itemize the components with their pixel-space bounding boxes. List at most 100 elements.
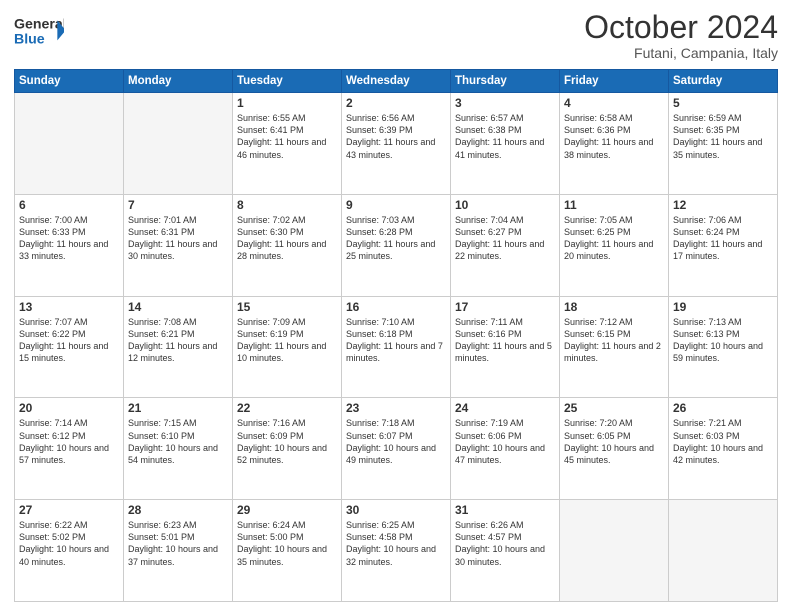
day-cell-25: 25 Sunrise: 7:20 AMSunset: 6:05 PMDaylig… [560, 398, 669, 500]
logo-svg: General Blue [14, 10, 64, 54]
day-number: 20 [19, 401, 119, 415]
week-row-4: 20 Sunrise: 7:14 AMSunset: 6:12 PMDaylig… [15, 398, 778, 500]
svg-text:Blue: Blue [14, 32, 45, 48]
calendar-table: SundayMondayTuesdayWednesdayThursdayFrid… [14, 69, 778, 602]
header-sunday: Sunday [15, 70, 124, 93]
cell-info: Sunrise: 6:56 AMSunset: 6:39 PMDaylight:… [346, 113, 435, 159]
day-cell-29: 29 Sunrise: 6:24 AMSunset: 5:00 PMDaylig… [233, 500, 342, 602]
day-cell-13: 13 Sunrise: 7:07 AMSunset: 6:22 PMDaylig… [15, 296, 124, 398]
day-number: 7 [128, 198, 228, 212]
header-tuesday: Tuesday [233, 70, 342, 93]
day-cell-empty [560, 500, 669, 602]
page: General Blue October 2024 Futani, Campan… [0, 0, 792, 612]
cell-info: Sunrise: 7:00 AMSunset: 6:33 PMDaylight:… [19, 215, 108, 261]
day-number: 24 [455, 401, 555, 415]
day-cell-22: 22 Sunrise: 7:16 AMSunset: 6:09 PMDaylig… [233, 398, 342, 500]
day-cell-10: 10 Sunrise: 7:04 AMSunset: 6:27 PMDaylig… [451, 194, 560, 296]
cell-info: Sunrise: 7:10 AMSunset: 6:18 PMDaylight:… [346, 317, 443, 363]
day-number: 18 [564, 300, 664, 314]
day-cell-16: 16 Sunrise: 7:10 AMSunset: 6:18 PMDaylig… [342, 296, 451, 398]
day-number: 31 [455, 503, 555, 517]
day-cell-empty [15, 93, 124, 195]
cell-info: Sunrise: 6:59 AMSunset: 6:35 PMDaylight:… [673, 113, 762, 159]
day-number: 17 [455, 300, 555, 314]
day-cell-3: 3 Sunrise: 6:57 AMSunset: 6:38 PMDayligh… [451, 93, 560, 195]
day-cell-1: 1 Sunrise: 6:55 AMSunset: 6:41 PMDayligh… [233, 93, 342, 195]
day-number: 12 [673, 198, 773, 212]
day-number: 15 [237, 300, 337, 314]
day-number: 22 [237, 401, 337, 415]
header: General Blue October 2024 Futani, Campan… [14, 10, 778, 61]
cell-info: Sunrise: 6:25 AMSunset: 4:58 PMDaylight:… [346, 520, 436, 566]
day-number: 10 [455, 198, 555, 212]
day-number: 19 [673, 300, 773, 314]
day-cell-26: 26 Sunrise: 7:21 AMSunset: 6:03 PMDaylig… [669, 398, 778, 500]
day-number: 8 [237, 198, 337, 212]
logo: General Blue [14, 10, 64, 54]
cell-info: Sunrise: 7:09 AMSunset: 6:19 PMDaylight:… [237, 317, 326, 363]
cell-info: Sunrise: 7:14 AMSunset: 6:12 PMDaylight:… [19, 418, 109, 464]
cell-info: Sunrise: 7:19 AMSunset: 6:06 PMDaylight:… [455, 418, 545, 464]
day-cell-17: 17 Sunrise: 7:11 AMSunset: 6:16 PMDaylig… [451, 296, 560, 398]
day-cell-30: 30 Sunrise: 6:25 AMSunset: 4:58 PMDaylig… [342, 500, 451, 602]
day-number: 16 [346, 300, 446, 314]
day-number: 6 [19, 198, 119, 212]
day-cell-27: 27 Sunrise: 6:22 AMSunset: 5:02 PMDaylig… [15, 500, 124, 602]
day-number: 27 [19, 503, 119, 517]
day-number: 9 [346, 198, 446, 212]
cell-info: Sunrise: 7:05 AMSunset: 6:25 PMDaylight:… [564, 215, 653, 261]
week-row-3: 13 Sunrise: 7:07 AMSunset: 6:22 PMDaylig… [15, 296, 778, 398]
day-number: 13 [19, 300, 119, 314]
day-number: 11 [564, 198, 664, 212]
title-block: October 2024 Futani, Campania, Italy [584, 10, 778, 61]
day-cell-24: 24 Sunrise: 7:19 AMSunset: 6:06 PMDaylig… [451, 398, 560, 500]
week-row-2: 6 Sunrise: 7:00 AMSunset: 6:33 PMDayligh… [15, 194, 778, 296]
day-cell-23: 23 Sunrise: 7:18 AMSunset: 6:07 PMDaylig… [342, 398, 451, 500]
day-cell-8: 8 Sunrise: 7:02 AMSunset: 6:30 PMDayligh… [233, 194, 342, 296]
cell-info: Sunrise: 7:12 AMSunset: 6:15 PMDaylight:… [564, 317, 661, 363]
day-number: 21 [128, 401, 228, 415]
header-thursday: Thursday [451, 70, 560, 93]
header-monday: Monday [124, 70, 233, 93]
cell-info: Sunrise: 7:06 AMSunset: 6:24 PMDaylight:… [673, 215, 762, 261]
cell-info: Sunrise: 7:20 AMSunset: 6:05 PMDaylight:… [564, 418, 654, 464]
cell-info: Sunrise: 7:13 AMSunset: 6:13 PMDaylight:… [673, 317, 763, 363]
day-cell-12: 12 Sunrise: 7:06 AMSunset: 6:24 PMDaylig… [669, 194, 778, 296]
day-cell-20: 20 Sunrise: 7:14 AMSunset: 6:12 PMDaylig… [15, 398, 124, 500]
day-cell-2: 2 Sunrise: 6:56 AMSunset: 6:39 PMDayligh… [342, 93, 451, 195]
day-cell-5: 5 Sunrise: 6:59 AMSunset: 6:35 PMDayligh… [669, 93, 778, 195]
week-row-5: 27 Sunrise: 6:22 AMSunset: 5:02 PMDaylig… [15, 500, 778, 602]
cell-info: Sunrise: 6:23 AMSunset: 5:01 PMDaylight:… [128, 520, 218, 566]
cell-info: Sunrise: 7:08 AMSunset: 6:21 PMDaylight:… [128, 317, 217, 363]
day-cell-6: 6 Sunrise: 7:00 AMSunset: 6:33 PMDayligh… [15, 194, 124, 296]
svg-text:General: General [14, 17, 64, 33]
cell-info: Sunrise: 6:22 AMSunset: 5:02 PMDaylight:… [19, 520, 109, 566]
cell-info: Sunrise: 7:02 AMSunset: 6:30 PMDaylight:… [237, 215, 326, 261]
cell-info: Sunrise: 7:11 AMSunset: 6:16 PMDaylight:… [455, 317, 552, 363]
cell-info: Sunrise: 6:24 AMSunset: 5:00 PMDaylight:… [237, 520, 327, 566]
week-row-1: 1 Sunrise: 6:55 AMSunset: 6:41 PMDayligh… [15, 93, 778, 195]
day-cell-15: 15 Sunrise: 7:09 AMSunset: 6:19 PMDaylig… [233, 296, 342, 398]
day-number: 25 [564, 401, 664, 415]
day-cell-14: 14 Sunrise: 7:08 AMSunset: 6:21 PMDaylig… [124, 296, 233, 398]
day-number: 4 [564, 96, 664, 110]
day-number: 26 [673, 401, 773, 415]
cell-info: Sunrise: 7:15 AMSunset: 6:10 PMDaylight:… [128, 418, 218, 464]
header-wednesday: Wednesday [342, 70, 451, 93]
cell-info: Sunrise: 6:26 AMSunset: 4:57 PMDaylight:… [455, 520, 545, 566]
cell-info: Sunrise: 7:01 AMSunset: 6:31 PMDaylight:… [128, 215, 217, 261]
location: Futani, Campania, Italy [584, 45, 778, 61]
cell-info: Sunrise: 6:55 AMSunset: 6:41 PMDaylight:… [237, 113, 326, 159]
calendar-header-row: SundayMondayTuesdayWednesdayThursdayFrid… [15, 70, 778, 93]
day-cell-4: 4 Sunrise: 6:58 AMSunset: 6:36 PMDayligh… [560, 93, 669, 195]
day-number: 1 [237, 96, 337, 110]
cell-info: Sunrise: 7:18 AMSunset: 6:07 PMDaylight:… [346, 418, 436, 464]
cell-info: Sunrise: 6:58 AMSunset: 6:36 PMDaylight:… [564, 113, 653, 159]
day-number: 14 [128, 300, 228, 314]
day-number: 5 [673, 96, 773, 110]
cell-info: Sunrise: 7:21 AMSunset: 6:03 PMDaylight:… [673, 418, 763, 464]
day-cell-7: 7 Sunrise: 7:01 AMSunset: 6:31 PMDayligh… [124, 194, 233, 296]
day-cell-empty [669, 500, 778, 602]
day-cell-28: 28 Sunrise: 6:23 AMSunset: 5:01 PMDaylig… [124, 500, 233, 602]
day-cell-18: 18 Sunrise: 7:12 AMSunset: 6:15 PMDaylig… [560, 296, 669, 398]
